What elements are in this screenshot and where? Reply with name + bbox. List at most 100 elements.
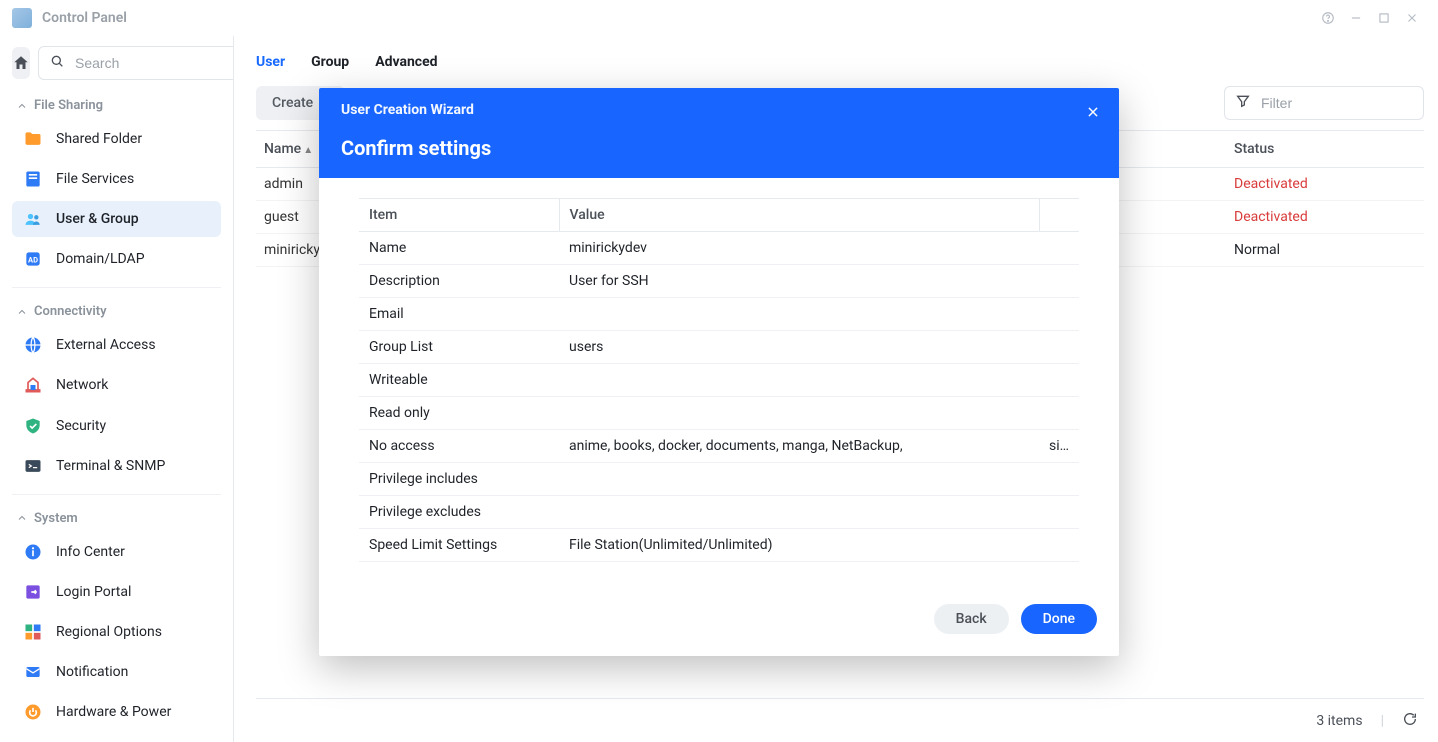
cell-value: users: [559, 331, 1039, 364]
home-button[interactable]: [12, 47, 30, 79]
cell-extra: [1039, 397, 1079, 430]
column-status[interactable]: Status: [1226, 131, 1406, 168]
login-portal-icon: [22, 581, 44, 603]
tab-advanced[interactable]: Advanced: [375, 48, 437, 76]
filter-icon: [1235, 93, 1251, 113]
app-icon: [12, 8, 32, 28]
cell-item: Description: [359, 265, 559, 298]
cell-extra: [1039, 364, 1079, 397]
cell-value: [559, 364, 1039, 397]
sidebar: File Sharing Shared Folder File Services…: [0, 36, 234, 742]
globe-icon: [22, 334, 44, 356]
sidebar-item-label: Terminal & SNMP: [56, 458, 165, 474]
column-item: Item: [359, 199, 559, 232]
cell-value: File Station(Unlimited/Unlimited): [559, 529, 1039, 562]
cell-status: Normal: [1226, 234, 1406, 267]
modal-close-button[interactable]: [1081, 100, 1105, 124]
section-system[interactable]: System: [8, 503, 225, 532]
cell-item: No access: [359, 430, 559, 463]
reload-button[interactable]: [1402, 711, 1418, 731]
cell-extra: [1039, 331, 1079, 364]
maximize-icon[interactable]: [1370, 11, 1398, 25]
sidebar-item-label: Network: [56, 377, 108, 393]
svg-text:AD: AD: [28, 256, 38, 265]
app-title: Control Panel: [42, 10, 127, 26]
column-extra: [1039, 199, 1079, 232]
sidebar-item-label: User & Group: [56, 211, 139, 227]
table-row: Privilege excludes: [359, 496, 1079, 529]
close-icon[interactable]: [1398, 11, 1426, 25]
sidebar-item-terminal-snmp[interactable]: Terminal & SNMP: [12, 448, 221, 484]
sidebar-item-label: Hardware & Power: [56, 704, 171, 720]
cell-item: Writeable: [359, 364, 559, 397]
sidebar-item-security[interactable]: Security: [12, 407, 221, 443]
network-icon: [22, 374, 44, 396]
modal-body: Item Value NameminirickydevDescriptionUs…: [319, 178, 1119, 590]
hardware-power-icon: [22, 701, 44, 723]
cell-value: [559, 463, 1039, 496]
section-connectivity[interactable]: Connectivity: [8, 296, 225, 325]
cell-extra: [1039, 463, 1079, 496]
section-label: System: [34, 511, 78, 526]
sidebar-item-label: Notification: [56, 664, 128, 680]
sidebar-item-external-access[interactable]: External Access: [12, 327, 221, 363]
minimize-icon[interactable]: [1342, 11, 1370, 25]
sidebar-item-label: External Access: [56, 337, 156, 353]
cell-value: [559, 298, 1039, 331]
help-icon[interactable]: [1314, 11, 1342, 25]
search-icon: [49, 53, 65, 73]
column-value: Value: [559, 199, 1039, 232]
button-label: Create: [272, 95, 313, 111]
cell-extra: [1039, 529, 1079, 562]
cell-value: [559, 397, 1039, 430]
filter-input[interactable]: [1259, 94, 1438, 112]
section-file-sharing[interactable]: File Sharing: [8, 90, 225, 119]
tab-user[interactable]: User: [256, 48, 285, 76]
modal-footer: Back Done: [319, 590, 1119, 656]
tabs: User Group Advanced: [256, 48, 1424, 86]
sidebar-item-hardware-power[interactable]: Hardware & Power: [12, 694, 221, 730]
sort-ascending-icon: ▲: [303, 145, 313, 156]
regional-icon: [22, 621, 44, 643]
cell-extra: si…: [1039, 430, 1079, 463]
cell-item: Privilege excludes: [359, 496, 559, 529]
cell-extra: [1039, 265, 1079, 298]
terminal-icon: [22, 455, 44, 477]
sidebar-item-label: File Services: [56, 171, 134, 187]
section-label: Connectivity: [34, 304, 107, 319]
item-count: 3 items: [1316, 713, 1362, 729]
sidebar-item-regional-options[interactable]: Regional Options: [12, 614, 221, 650]
table-row: No accessanime, books, docker, documents…: [359, 430, 1079, 463]
info-icon: [22, 541, 44, 563]
table-row: Group Listusers: [359, 331, 1079, 364]
table-row: Email: [359, 298, 1079, 331]
cell-value: [559, 496, 1039, 529]
sidebar-item-network[interactable]: Network: [12, 367, 221, 403]
footer-bar: 3 items |: [256, 698, 1424, 742]
file-services-icon: [22, 168, 44, 190]
cell-value: User for SSH: [559, 265, 1039, 298]
sidebar-item-info-center[interactable]: Info Center: [12, 534, 221, 570]
filter-input-wrap[interactable]: [1224, 86, 1424, 120]
tab-group[interactable]: Group: [311, 48, 349, 76]
search-input-wrap[interactable]: [38, 46, 234, 80]
done-button[interactable]: Done: [1021, 604, 1097, 634]
back-button[interactable]: Back: [934, 604, 1009, 634]
sidebar-item-notification[interactable]: Notification: [12, 654, 221, 690]
modal-step-title: Confirm settings: [341, 136, 1097, 160]
table-row: Read only: [359, 397, 1079, 430]
sidebar-item-label: Shared Folder: [56, 131, 142, 147]
sidebar-item-user-group[interactable]: User & Group: [12, 201, 221, 237]
sidebar-item-shared-folder[interactable]: Shared Folder: [12, 121, 221, 157]
modal-header: User Creation Wizard Confirm settings: [319, 88, 1119, 178]
user-group-icon: [22, 208, 44, 230]
sidebar-item-login-portal[interactable]: Login Portal: [12, 574, 221, 610]
table-row: Privilege includes: [359, 463, 1079, 496]
shield-icon: [22, 415, 44, 437]
user-creation-wizard-modal: User Creation Wizard Confirm settings It…: [319, 88, 1119, 656]
search-input[interactable]: [73, 54, 234, 72]
sidebar-item-domain-ldap[interactable]: AD Domain/LDAP: [12, 241, 221, 277]
sidebar-item-file-services[interactable]: File Services: [12, 161, 221, 197]
cell-item: Speed Limit Settings: [359, 529, 559, 562]
cell-extra: [1039, 232, 1079, 265]
